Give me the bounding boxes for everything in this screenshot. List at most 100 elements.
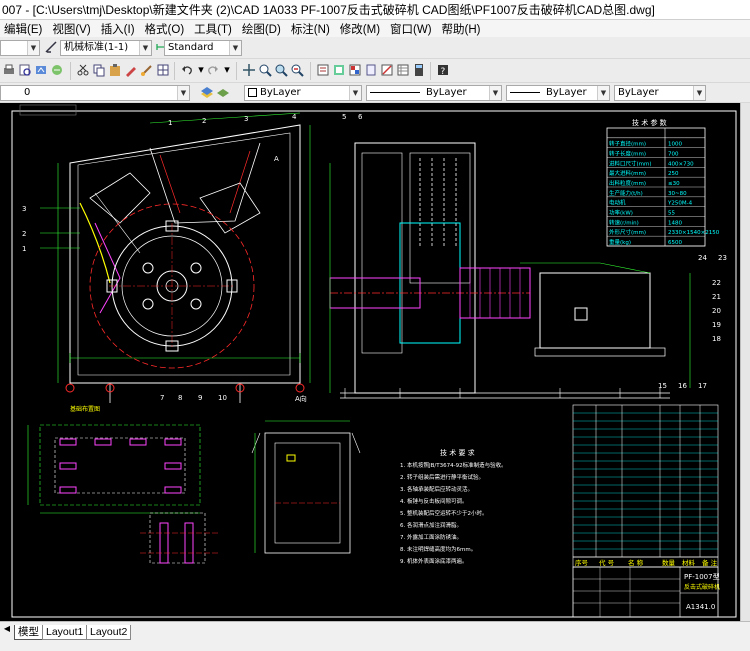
foundation-plan-label: 基础布置图	[70, 405, 100, 413]
leader-4: 4	[292, 113, 297, 121]
leader-1: 1	[168, 119, 172, 127]
match-properties-icon[interactable]	[124, 63, 138, 77]
drawing-canvas[interactable]: 1 2 3 4 5 6 A 3 2 1 7 8 9 10 24 23 22 21…	[0, 103, 750, 621]
tech-req-line: 4. 板锤与反击板间隙可调。	[400, 497, 468, 505]
leader-7: 7	[160, 394, 164, 402]
menu-draw[interactable]: 绘图(D)	[238, 21, 287, 37]
title-block-code: A1341.0	[686, 603, 715, 611]
tech-req-line: 1. 本机按照JB/T3674-92标准制造与验收。	[400, 461, 507, 469]
tech-param-label: 进料口尺寸(mm)	[609, 159, 652, 167]
leader-20: 20	[712, 307, 721, 315]
cut-icon[interactable]	[76, 63, 90, 77]
tech-req-line: 5. 整机装配后空运转不少于2小时。	[400, 509, 488, 517]
design-center-icon[interactable]	[332, 63, 346, 77]
lineweight-combo[interactable]: ByLayer ▼	[506, 85, 610, 101]
tech-param-value: ≤30	[668, 181, 680, 187]
tech-param-value: 1480	[668, 220, 682, 226]
leader-left-2: 2	[22, 230, 26, 238]
styles-toolbar: ▼ 机械标准(1-1) ▼ Standard ▼	[0, 37, 750, 59]
menu-edit[interactable]: 编辑(E)	[0, 21, 48, 37]
properties-icon[interactable]	[316, 63, 330, 77]
calculator-icon[interactable]	[412, 63, 426, 77]
cad-drawing[interactable]: 1 2 3 4 5 6 A 3 2 1 7 8 9 10 24 23 22 21…	[0, 103, 740, 621]
menu-format[interactable]: 格式(O)	[141, 21, 191, 37]
parts-head-remark: 备 注	[702, 558, 718, 567]
paste-icon[interactable]	[108, 63, 122, 77]
tech-req-line: 2. 转子组装后需进行静平衡试验。	[400, 473, 484, 481]
standard-toolbar: ▾ ▾ ?	[0, 59, 750, 83]
layout-tabs-bar: ◀ 模型 Layout1 Layout2	[0, 621, 750, 651]
leader-left-3: 3	[22, 205, 26, 213]
tech-param-label: 生产能力(t/h)	[609, 189, 643, 197]
tab-layout2[interactable]: Layout2	[86, 625, 132, 640]
parts-head-code: 代 号	[599, 558, 615, 567]
zoom-window-icon[interactable]	[274, 63, 288, 77]
leader-9: 9	[198, 394, 202, 402]
text-style-combo[interactable]: 机械标准(1-1) ▼	[60, 40, 152, 56]
publish-icon[interactable]	[34, 63, 48, 77]
menu-insert[interactable]: 插入(I)	[97, 21, 141, 37]
tech-param-value: 6500	[668, 240, 682, 246]
leader-3: 3	[244, 115, 248, 123]
leader-17: 17	[698, 382, 707, 390]
foundation-plan: 基础布置图	[27, 405, 220, 564]
leader-21: 21	[712, 293, 721, 301]
sheet-set-icon[interactable]	[364, 63, 378, 77]
tech-req-line: 6. 各润滑点加注润滑脂。	[400, 521, 462, 529]
title-bar: 007 - [C:\Users\tmj\Desktop\新建文件夹 (2)\CA…	[0, 0, 750, 20]
parts-head-material: 材料	[682, 558, 696, 567]
tech-param-value: 400×730	[668, 161, 694, 167]
leader-15: 15	[658, 382, 667, 390]
menu-tools[interactable]: 工具(T)	[190, 21, 238, 37]
tech-param-label: 出料粒度(mm)	[609, 179, 646, 187]
window-title: 007 - [C:\Users\tmj\Desktop\新建文件夹 (2)\CA…	[2, 3, 655, 17]
tech-requirements: 技 术 要 求 1. 本机按照JB/T3674-92标准制造与验收。 2. 转子组…	[400, 448, 507, 565]
menu-help[interactable]: 帮助(H)	[438, 21, 487, 37]
tech-param-label: 电动机	[609, 199, 626, 207]
plotstyle-combo[interactable]: ByLayer ▼	[614, 85, 706, 101]
help-icon[interactable]: ?	[436, 63, 450, 77]
tab-model[interactable]: 模型	[14, 625, 43, 640]
tool-palettes-icon[interactable]	[348, 63, 362, 77]
redo-dropdown-icon[interactable]: ▾	[220, 63, 234, 77]
leader-16: 16	[678, 382, 687, 390]
markup-icon[interactable]	[380, 63, 394, 77]
tab-scroll-left-icon[interactable]: ◀	[2, 624, 12, 634]
brush-icon[interactable]	[140, 63, 154, 77]
undo-icon[interactable]	[180, 63, 194, 77]
parts-head-no: 序号	[575, 558, 589, 567]
layer-previous-icon[interactable]	[216, 85, 230, 99]
make-current-layer-icon[interactable]	[200, 85, 214, 99]
menu-modify[interactable]: 修改(M)	[336, 21, 386, 37]
menu-window[interactable]: 窗口(W)	[386, 21, 438, 37]
text-style-icon[interactable]	[44, 40, 58, 54]
tech-params-title: 技 术 参 数	[632, 118, 667, 127]
tech-param-value: 700	[668, 152, 679, 158]
print-icon[interactable]	[2, 63, 16, 77]
menu-dimension[interactable]: 标注(N)	[287, 21, 336, 37]
dbconnect-icon[interactable]	[396, 63, 410, 77]
copy-icon[interactable]	[92, 63, 106, 77]
zoom-realtime-icon[interactable]	[258, 63, 272, 77]
block-editor-icon[interactable]	[156, 63, 170, 77]
color-combo[interactable]: ByLayer ▼	[244, 85, 362, 101]
menu-view[interactable]: 视图(V)	[48, 21, 96, 37]
previous-style-combo[interactable]: ▼	[0, 40, 40, 56]
tab-layout1[interactable]: Layout1	[42, 625, 88, 640]
linetype-combo[interactable]: ByLayer ▼	[366, 85, 502, 101]
layers-toolbar: 0 ▼ ByLayer ▼ ByLayer ▼ ByLayer ▼ ByLayer ▼	[0, 83, 750, 103]
plot-preview-icon[interactable]	[18, 63, 32, 77]
leader-23: 23	[718, 254, 727, 262]
leader-2: 2	[202, 117, 206, 125]
layer-combo[interactable]: 0 ▼	[0, 85, 190, 101]
redo-icon[interactable]	[206, 63, 220, 77]
leader-8: 8	[178, 394, 182, 402]
3d-dwf-icon[interactable]	[50, 63, 64, 77]
crusher-side-view: 1 2 3 4 5 6 A 3 2 1 7 8 9 10	[22, 112, 363, 403]
leader-18: 18	[712, 335, 721, 343]
pan-icon[interactable]	[242, 63, 256, 77]
tech-req-line: 7. 外露加工面涂防锈油。	[400, 533, 462, 541]
dim-style-combo[interactable]: Standard ▼	[164, 40, 242, 56]
vertical-scrollbar[interactable]	[740, 103, 750, 621]
zoom-previous-icon[interactable]	[290, 63, 304, 77]
